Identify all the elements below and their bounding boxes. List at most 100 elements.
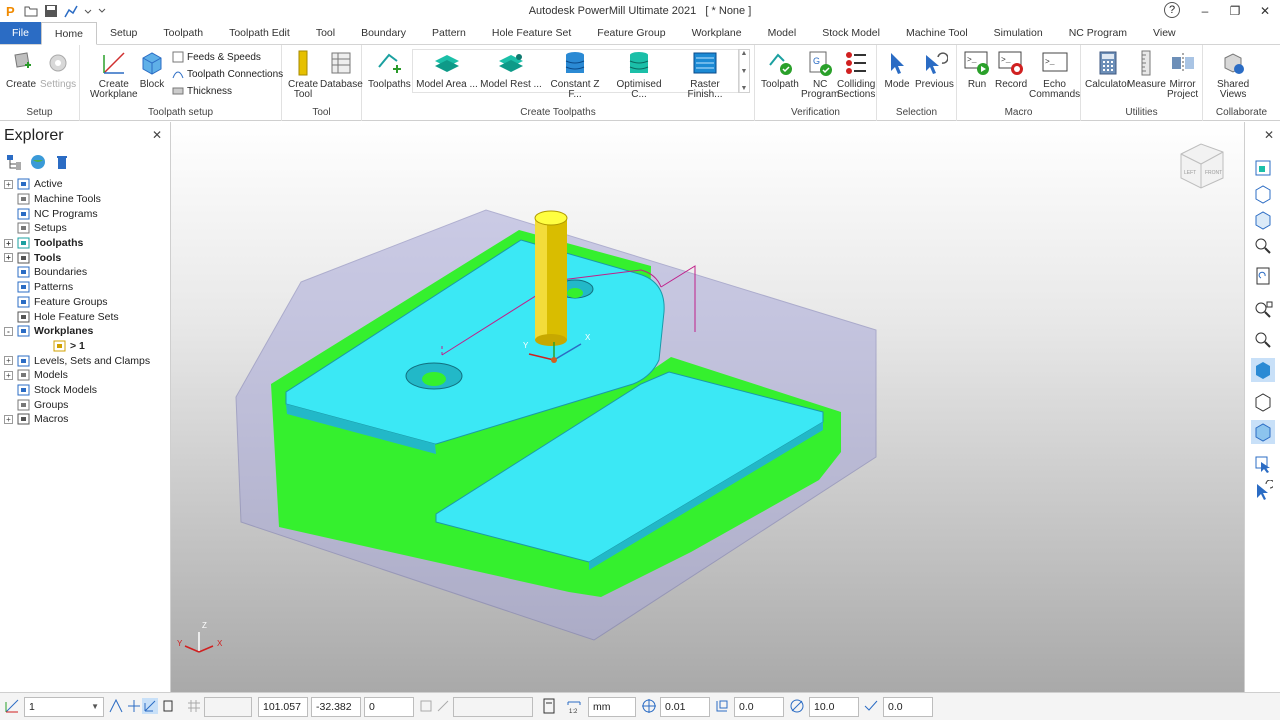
tab-pattern[interactable]: Pattern bbox=[419, 22, 479, 44]
gallery-more-icon[interactable]: ▼ bbox=[741, 85, 748, 92]
record-macro-button[interactable]: >_ Record bbox=[995, 49, 1027, 90]
tree-item-toolpaths[interactable]: + Toolpaths bbox=[0, 236, 170, 251]
grid-icon[interactable] bbox=[186, 698, 202, 714]
tree-expand-icon[interactable]: + bbox=[4, 414, 13, 424]
wireframe-view-icon[interactable] bbox=[1251, 390, 1275, 414]
tree-item-tools[interactable]: + Tools bbox=[0, 250, 170, 265]
toolpaths-button[interactable]: Toolpaths bbox=[368, 49, 411, 90]
help-icon[interactable]: ? bbox=[1164, 2, 1180, 18]
view-cube[interactable]: LEFT FRONT bbox=[1180, 143, 1224, 189]
colliding-sections-button[interactable]: Colliding Sections bbox=[837, 49, 875, 100]
create-setup-button[interactable]: Create bbox=[6, 49, 36, 90]
tab-tool[interactable]: Tool bbox=[303, 22, 348, 44]
tree-expand-icon[interactable]: + bbox=[4, 238, 13, 248]
pick-icon[interactable] bbox=[435, 698, 451, 714]
tab-stock-model[interactable]: Stock Model bbox=[809, 22, 893, 44]
tab-file[interactable]: File bbox=[0, 22, 41, 44]
model-area-clearance-button[interactable]: Model Area ... bbox=[416, 49, 478, 90]
close-window-icon[interactable]: ✕ bbox=[1250, 0, 1280, 22]
x-coordinate[interactable]: 101.057 bbox=[258, 697, 308, 717]
explorer-delete-icon[interactable] bbox=[54, 154, 70, 173]
selection-mode-button[interactable]: Mode bbox=[883, 49, 911, 90]
save-icon[interactable] bbox=[44, 4, 58, 18]
chart-icon[interactable] bbox=[64, 4, 78, 18]
view-cube-icon[interactable] bbox=[1251, 208, 1275, 232]
coordinate-mode-icon[interactable] bbox=[418, 698, 434, 714]
align-icon[interactable] bbox=[126, 698, 142, 714]
tree-item-setups[interactable]: Setups bbox=[0, 221, 170, 236]
explorer-close-icon[interactable]: ✕ bbox=[152, 128, 162, 142]
toolpath-verify-button[interactable]: Toolpath bbox=[761, 49, 799, 90]
units-field[interactable]: mm bbox=[588, 697, 636, 717]
mirror-project-button[interactable]: Mirror Project bbox=[1167, 49, 1198, 100]
tree-expand-icon[interactable]: + bbox=[4, 370, 13, 380]
workplane-dropdown-icon[interactable]: ▼ bbox=[91, 698, 99, 716]
customize-qat-icon[interactable] bbox=[98, 4, 106, 18]
tree-item-workplanes[interactable]: - Workplanes bbox=[0, 324, 170, 339]
dropdown-arrow-icon[interactable] bbox=[84, 4, 92, 18]
feeds-speeds-button[interactable]: Feeds & Speeds bbox=[172, 51, 261, 63]
tree-item-groups[interactable]: Groups bbox=[0, 397, 170, 412]
tree-item-models[interactable]: + Models bbox=[0, 368, 170, 383]
toolpath-connections-button[interactable]: Toolpath Connections bbox=[172, 68, 283, 80]
zoom-fit-icon[interactable] bbox=[1251, 298, 1275, 322]
scroll-up-icon[interactable]: ▲ bbox=[741, 50, 748, 57]
workplane-align-icon[interactable] bbox=[142, 698, 158, 714]
tree-expand-icon[interactable]: + bbox=[4, 179, 13, 189]
tab-boundary[interactable]: Boundary bbox=[348, 22, 419, 44]
nc-program-verify-button[interactable]: G NC Program bbox=[801, 49, 839, 100]
minimize-icon[interactable]: – bbox=[1190, 0, 1220, 22]
transparent-view-icon[interactable] bbox=[1251, 420, 1275, 444]
scroll-down-icon[interactable]: ▼ bbox=[741, 68, 748, 75]
calculator-status-icon[interactable] bbox=[541, 698, 557, 714]
create-workplane-button[interactable]: Create Workplane bbox=[90, 49, 138, 100]
refresh-page-icon[interactable] bbox=[1251, 264, 1275, 288]
tree-item-feature-groups[interactable]: Feature Groups bbox=[0, 295, 170, 310]
constant-z-finishing-button[interactable]: Constant Z F... bbox=[544, 49, 606, 100]
zoom-rotate-icon[interactable] bbox=[1251, 234, 1275, 258]
settings-button[interactable]: Settings bbox=[40, 49, 76, 90]
tree-item-boundaries[interactable]: Boundaries bbox=[0, 265, 170, 280]
view-box-icon[interactable] bbox=[1251, 182, 1275, 206]
tab-model[interactable]: Model bbox=[755, 22, 810, 44]
create-tool-button[interactable]: Create Tool bbox=[288, 49, 318, 100]
view-iso-icon[interactable] bbox=[1251, 156, 1275, 180]
stepover-field[interactable]: 0.0 bbox=[883, 697, 933, 717]
y-coordinate[interactable]: -32.382 bbox=[311, 697, 361, 717]
app-logo-icon[interactable]: P bbox=[4, 4, 18, 19]
tree-item-levels-sets-and-clamps[interactable]: + Levels, Sets and Clamps bbox=[0, 353, 170, 368]
tab-machine-tool[interactable]: Machine Tool bbox=[893, 22, 981, 44]
thickness-button[interactable]: Thickness bbox=[172, 85, 232, 97]
workplane-select[interactable]: 1 ▼ bbox=[24, 697, 104, 717]
zoom-icon[interactable] bbox=[1251, 328, 1275, 352]
tree-item-active[interactable]: + Active bbox=[0, 177, 170, 192]
tab-toolpath-edit[interactable]: Toolpath Edit bbox=[216, 22, 303, 44]
thickness-field[interactable]: 0.0 bbox=[734, 697, 784, 717]
explorer-tree-icon[interactable] bbox=[6, 154, 22, 173]
graphics-viewport[interactable]: Y X LEFT FRONT Z X Y bbox=[171, 122, 1244, 692]
tab-home[interactable]: Home bbox=[40, 22, 97, 45]
shared-views-button[interactable]: Shared Views bbox=[1217, 49, 1249, 100]
tree-item-machine-tools[interactable]: Machine Tools bbox=[0, 192, 170, 207]
tolerance-field[interactable]: 0.01 bbox=[660, 697, 710, 717]
tab-nc-program[interactable]: NC Program bbox=[1056, 22, 1140, 44]
shaded-view-icon[interactable] bbox=[1251, 358, 1275, 382]
tab-setup[interactable]: Setup bbox=[97, 22, 150, 44]
tab-toolpath[interactable]: Toolpath bbox=[150, 22, 216, 44]
explorer-globe-icon[interactable] bbox=[30, 154, 46, 173]
run-macro-button[interactable]: >_ Run bbox=[963, 49, 991, 90]
view-toolbar-close-icon[interactable]: ✕ bbox=[1264, 128, 1274, 142]
snap-icon[interactable] bbox=[108, 698, 124, 714]
tree-item-patterns[interactable]: Patterns bbox=[0, 280, 170, 295]
tab-simulation[interactable]: Simulation bbox=[981, 22, 1056, 44]
calculator-button[interactable]: Calculator bbox=[1085, 49, 1130, 90]
previous-selection-button[interactable]: Previous bbox=[915, 49, 954, 90]
optimised-constant-z-button[interactable]: Optimised C... bbox=[608, 49, 670, 100]
tree-item-macros[interactable]: + Macros bbox=[0, 412, 170, 427]
tree-item-stock-models[interactable]: Stock Models bbox=[0, 383, 170, 398]
tab-view[interactable]: View bbox=[1140, 22, 1189, 44]
z-coordinate[interactable]: 0 bbox=[364, 697, 414, 717]
block-button[interactable]: Block bbox=[138, 49, 166, 90]
gallery-scroll[interactable]: ▲ ▼ ▼ bbox=[738, 49, 750, 93]
measure-button[interactable]: Measure bbox=[1127, 49, 1166, 90]
